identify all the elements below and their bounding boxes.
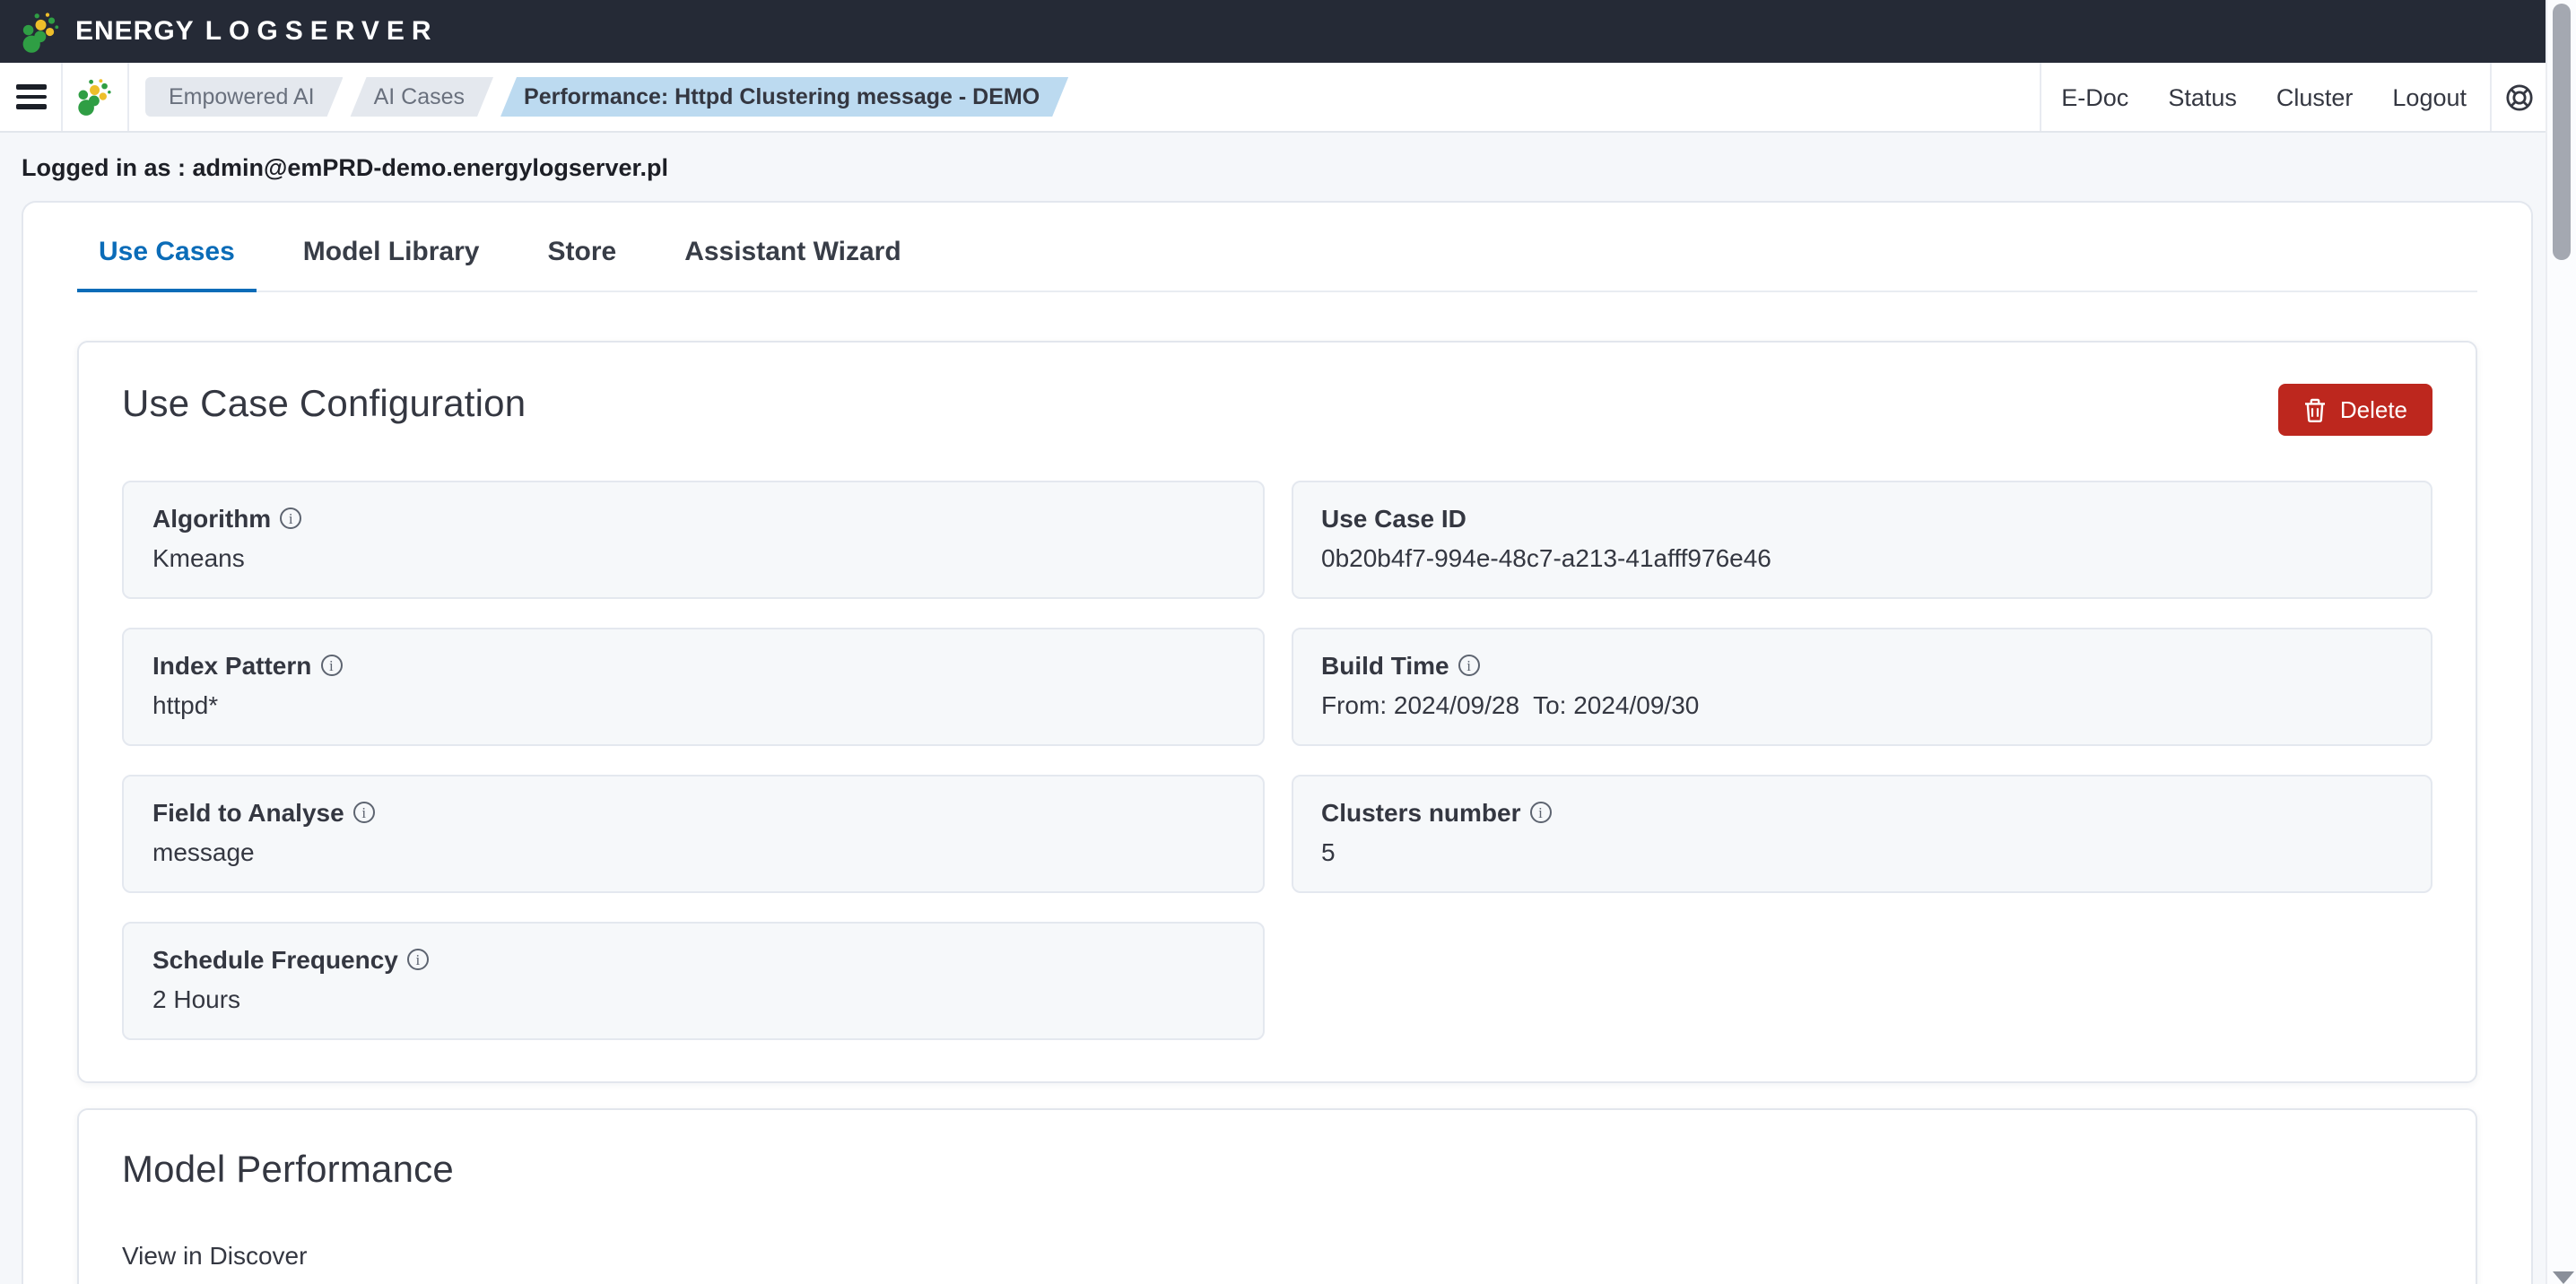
energylogserver-logo-icon xyxy=(75,77,115,117)
info-icon[interactable] xyxy=(353,802,375,823)
tab-bar: Use Cases Model Library Store Assistant … xyxy=(77,203,2477,292)
nav-divider xyxy=(127,63,129,131)
scrollbar-track[interactable] xyxy=(2546,0,2576,1284)
nav-home-logo[interactable] xyxy=(63,63,127,131)
nav-divider xyxy=(2040,63,2041,131)
model-performance-card: Model Performance View in Discover xyxy=(77,1108,2477,1284)
model-performance-title: Model Performance xyxy=(122,1150,2432,1193)
breadcrumb-current-page: Performance: Httpd Clustering message - … xyxy=(500,77,1068,117)
user-session-bar: Logged in as : admin@emPRD-demo.energylo… xyxy=(0,134,2546,201)
use-case-configuration-title: Use Case Configuration xyxy=(122,384,526,427)
view-in-discover-link[interactable]: View in Discover xyxy=(122,1241,307,1270)
breadcrumb-empowered-ai[interactable]: Empowered AI xyxy=(145,77,344,117)
brand-wordmark: ENERGY LOGSERVER xyxy=(75,16,439,47)
field-index-pattern: Index Pattern httpd* xyxy=(122,628,1264,746)
field-value: 0b20b4f7-994e-48c7-a213-41afff976e46 xyxy=(1321,543,2402,572)
field-label: Schedule Frequency xyxy=(152,945,398,974)
brand-logserver: LOGSERVER xyxy=(205,16,439,47)
field-value: message xyxy=(152,837,1233,866)
top-app-bar: ENERGY LOGSERVER xyxy=(0,0,2546,63)
nav-link-cluster[interactable]: Cluster xyxy=(2276,83,2354,110)
field-algorithm: Algorithm Kmeans xyxy=(122,481,1264,599)
field-label: Build Time xyxy=(1321,651,1449,680)
field-value: 2 Hours xyxy=(152,985,1233,1013)
info-icon[interactable] xyxy=(407,949,429,970)
breadcrumb: Empowered AI AI Cases Performance: Httpd… xyxy=(145,77,1075,117)
delete-button[interactable]: Delete xyxy=(2279,384,2432,436)
field-field-to-analyse: Field to Analyse message xyxy=(122,775,1264,893)
field-build-time: Build Time From: 2024/09/28 To: 2024/09/… xyxy=(1291,628,2432,746)
tab-model-library[interactable]: Model Library xyxy=(282,237,501,291)
field-schedule-frequency: Schedule Frequency 2 Hours xyxy=(122,922,1264,1040)
info-icon[interactable] xyxy=(1530,802,1552,823)
menu-hamburger-icon[interactable] xyxy=(0,63,61,131)
field-value: httpd* xyxy=(152,690,1233,719)
nav-link-logout[interactable]: Logout xyxy=(2392,83,2467,110)
nav-link-edoc[interactable]: E-Doc xyxy=(2061,83,2128,110)
brand-energy: ENERGY xyxy=(75,16,195,47)
configuration-fields-grid: Algorithm Kmeans Use Case ID 0b20b4f7-99… xyxy=(122,481,2432,1040)
info-icon[interactable] xyxy=(280,508,301,529)
use-case-configuration-header: Use Case Configuration Delete xyxy=(122,384,2432,436)
scrollbar-corner-grip xyxy=(2553,1271,2574,1284)
life-buoy-help-icon xyxy=(2503,82,2534,112)
info-icon[interactable] xyxy=(1458,655,1480,676)
field-label: Field to Analyse xyxy=(152,798,344,827)
main-panel: Use Cases Model Library Store Assistant … xyxy=(22,201,2533,1284)
delete-button-label: Delete xyxy=(2340,396,2407,423)
field-clusters-number: Clusters number 5 xyxy=(1291,775,2432,893)
nav-links: E-Doc Status Cluster Logout xyxy=(2040,63,2546,131)
breadcrumb-ai-cases[interactable]: AI Cases xyxy=(351,77,493,117)
help-button[interactable] xyxy=(2492,63,2546,131)
field-use-case-id: Use Case ID 0b20b4f7-994e-48c7-a213-41af… xyxy=(1291,481,2432,599)
field-label: Use Case ID xyxy=(1321,504,1466,533)
field-value: 5 xyxy=(1321,837,2402,866)
tab-assistant-wizard[interactable]: Assistant Wizard xyxy=(663,237,922,291)
field-label: Algorithm xyxy=(152,504,271,533)
app-root: ENERGY LOGSERVER Empowered AI AI Cases Pe… xyxy=(0,0,2576,1284)
field-label: Clusters number xyxy=(1321,798,1521,827)
info-icon[interactable] xyxy=(320,655,342,676)
tab-store[interactable]: Store xyxy=(527,237,639,291)
use-case-configuration-card: Use Case Configuration Delete Algorithm … xyxy=(77,341,2477,1083)
trash-icon xyxy=(2304,397,2328,422)
scrollbar-thumb[interactable] xyxy=(2553,4,2571,260)
energylogserver-logo-icon xyxy=(20,10,63,53)
field-label: Index Pattern xyxy=(152,651,311,680)
field-value: Kmeans xyxy=(152,543,1233,572)
nav-link-status[interactable]: Status xyxy=(2168,83,2237,110)
navigation-bar: Empowered AI AI Cases Performance: Httpd… xyxy=(0,63,2546,133)
tab-use-cases[interactable]: Use Cases xyxy=(77,237,257,291)
field-value: From: 2024/09/28 To: 2024/09/30 xyxy=(1321,690,2402,719)
logged-in-text: Logged in as : admin@emPRD-demo.energylo… xyxy=(22,154,668,181)
brand: ENERGY LOGSERVER xyxy=(20,10,439,53)
